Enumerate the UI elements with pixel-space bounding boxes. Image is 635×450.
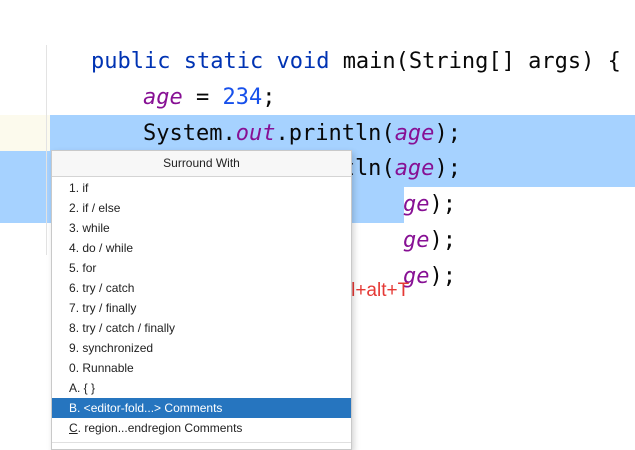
option-label: . try / finally	[75, 301, 137, 315]
option-label: . try / catch	[75, 281, 135, 295]
surround-option-try-finally[interactable]: 7. try / finally	[52, 298, 351, 318]
popup-title: Surround With	[52, 151, 351, 177]
option-mnemonic: 3	[69, 221, 76, 235]
option-label: . if	[75, 181, 89, 195]
surround-option-for[interactable]: 5. for	[52, 258, 351, 278]
option-mnemonic: C	[69, 421, 78, 435]
surround-option-if-else[interactable]: 2. if / else	[52, 198, 351, 218]
option-mnemonic: 4	[69, 241, 76, 255]
surround-option-if[interactable]: 1. if	[52, 178, 351, 198]
code-line-5[interactable]: ge);	[350, 151, 635, 217]
option-mnemonic: 1	[69, 181, 76, 195]
option-label: . { }	[77, 381, 96, 395]
surround-with-popup[interactable]: Surround With 1. if 2. if / else 3. whil…	[51, 150, 352, 450]
option-mnemonic: 0	[69, 361, 76, 375]
surround-option-while[interactable]: 3. while	[52, 218, 351, 238]
option-mnemonic: B	[69, 401, 78, 415]
option-label: . synchronized	[75, 341, 154, 355]
surround-options-list: 1. if 2. if / else 3. while 4. do / whil…	[52, 178, 351, 438]
option-label: . while	[75, 221, 110, 235]
surround-option-do-while[interactable]: 4. do / while	[52, 238, 351, 258]
option-mnemonic: A	[69, 381, 78, 395]
option-label: . for	[75, 261, 97, 275]
code-line-2[interactable]: age = 234;	[90, 44, 635, 110]
option-mnemonic: 7	[69, 301, 76, 315]
surround-option-try-catch-finally[interactable]: 8. try / catch / finally	[52, 318, 351, 338]
surround-option-region[interactable]: C. region...endregion Comments	[52, 418, 351, 438]
option-label: . <editor-fold...> Comments	[77, 401, 223, 415]
option-label: . do / while	[75, 241, 134, 255]
surround-option-editor-fold[interactable]: B. <editor-fold...> Comments	[52, 398, 351, 418]
option-mnemonic: 9	[69, 341, 76, 355]
gutter-caret-row	[0, 115, 50, 151]
code-line-3[interactable]: System.out.println(age);	[90, 80, 635, 146]
option-label: . if / else	[75, 201, 121, 215]
option-mnemonic: 6	[69, 281, 76, 295]
surround-option-synchronized[interactable]: 9. synchronized	[52, 338, 351, 358]
surround-option-braces[interactable]: A. { }	[52, 378, 351, 398]
popup-footer	[52, 442, 351, 449]
option-mnemonic: 2	[69, 201, 76, 215]
option-label: . region...endregion Comments	[77, 421, 243, 435]
surround-option-try-catch[interactable]: 6. try / catch	[52, 278, 351, 298]
surround-option-runnable[interactable]: 0. Runnable	[52, 358, 351, 378]
code-line-4[interactable]: System.out.println(age);	[90, 115, 635, 181]
option-label: . Runnable	[75, 361, 134, 375]
option-mnemonic: 5	[69, 261, 76, 275]
option-mnemonic: 8	[69, 321, 76, 335]
option-label: . try / catch / finally	[75, 321, 176, 335]
code-line-7[interactable]: ge);	[350, 223, 635, 289]
code-line-1[interactable]: public static void main(String[] args) {	[38, 8, 635, 74]
code-line-6[interactable]: ge);	[350, 187, 635, 253]
